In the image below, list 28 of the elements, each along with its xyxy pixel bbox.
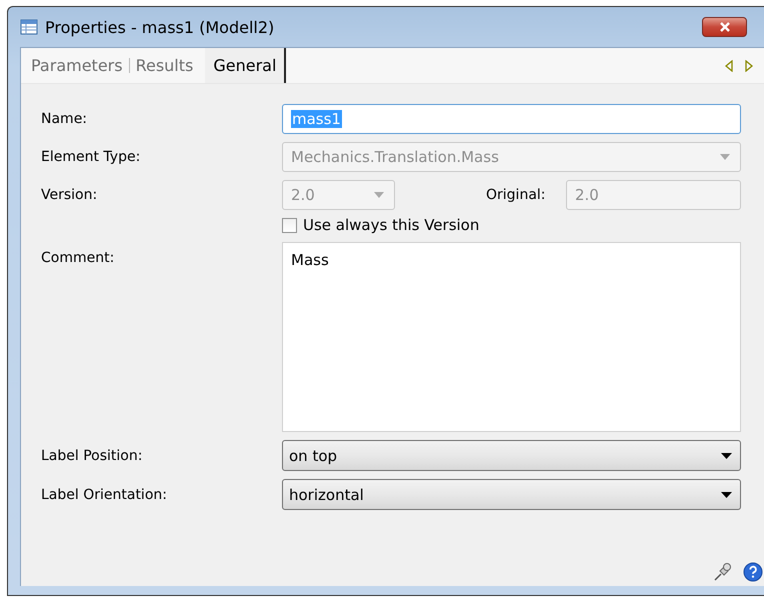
close-button[interactable] [702, 17, 747, 37]
window-title: Properties - mass1 (Modell2) [45, 18, 274, 36]
label-position-dropdown[interactable]: on top [282, 440, 741, 471]
dropdown-arrow-icon [721, 492, 732, 498]
field-label: Label Position: [41, 448, 144, 464]
close-icon [718, 22, 732, 32]
field-label: Name: [41, 111, 88, 127]
dropdown-arrow-icon [721, 452, 732, 458]
dropdown-arrow-icon [374, 192, 384, 198]
tab[interactable]: General [205, 48, 286, 83]
field-label: Label Orientation: [41, 486, 168, 502]
label-orientation-dropdown[interactable]: horizontal [282, 479, 741, 510]
checkbox[interactable] [282, 218, 297, 232]
field-label: Element Type: [41, 149, 142, 165]
pushpin-icon[interactable] [713, 562, 733, 582]
checkbox-label: Use always this Version [303, 216, 480, 234]
left-arrow-icon[interactable] [725, 60, 733, 72]
table-icon [20, 18, 38, 36]
help-icon[interactable] [743, 562, 763, 582]
tab[interactable]: Parameters [25, 48, 129, 83]
comment-field[interactable]: Mass [282, 242, 741, 432]
field-label: Version: [41, 187, 98, 203]
name-field[interactable]: mass1 [282, 104, 741, 134]
right-arrow-icon[interactable] [745, 60, 753, 72]
field-label: Comment: [41, 249, 116, 266]
dropdown-arrow-icon [720, 154, 730, 160]
field-label: Original: [486, 187, 546, 203]
tab[interactable]: Results [130, 48, 200, 83]
